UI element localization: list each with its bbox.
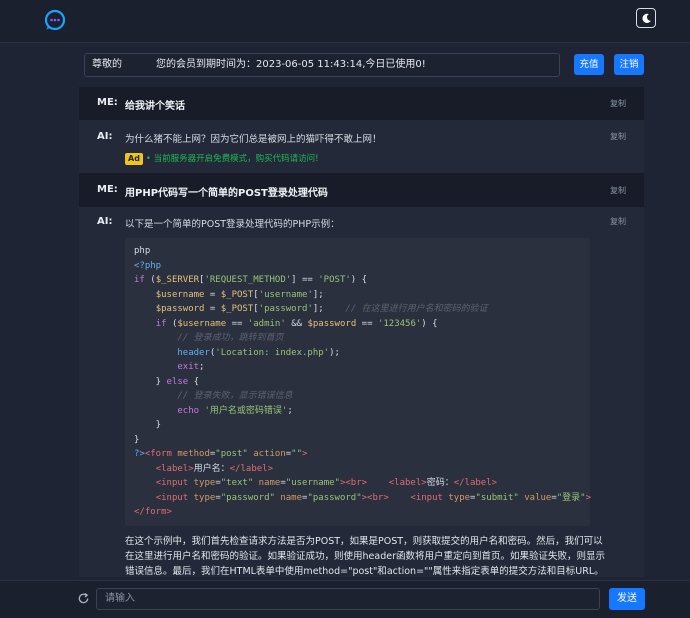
code-line: exit;	[177, 362, 205, 372]
message-ai: AI: 为什么猪不能上网？因为它们总是被网上的猫吓得不敢上网！ Ad • 当前服务…	[79, 120, 644, 173]
role-label-me: ME:	[97, 184, 118, 195]
code-line: }	[134, 420, 162, 430]
code-language: php	[134, 246, 151, 256]
role-label-ai: AI:	[97, 131, 113, 142]
theme-toggle-button[interactable]	[636, 8, 656, 28]
code-line: if ($_SERVER['REQUEST_METHOD'] == 'POST'…	[134, 275, 368, 285]
message-me: ME: 给我讲个笑话 复制	[79, 87, 644, 120]
code-line: } else {	[134, 376, 200, 387]
code-line: <input type="text" name="username"><br> …	[155, 478, 498, 488]
message-text: 给我讲个笑话	[125, 101, 185, 112]
copy-button[interactable]: 复制	[610, 185, 626, 196]
message-intro: 以下是一个简单的POST登录处理代码的PHP示例：	[125, 219, 340, 230]
refresh-icon[interactable]	[77, 592, 90, 605]
code-line: }	[134, 434, 140, 445]
message-me: ME: 用PHP代码写一个简单的POST登录处理代码 复制	[79, 173, 644, 207]
role-label-ai: AI:	[97, 216, 113, 227]
code-line: echo '用户名或密码错误';	[177, 405, 293, 416]
code-line: header('Location: index.php');	[177, 347, 340, 358]
message-text: 为什么猪不能上网？因为它们总是被网上的猫吓得不敢上网！	[125, 134, 382, 145]
input-bar: 请输入 发送	[0, 580, 690, 618]
message-ai: AI: 以下是一个简单的POST登录处理代码的PHP示例： php <?php …	[79, 207, 644, 577]
ad-row: Ad • 当前服务器开启免费模式，购买代码请访问!	[125, 152, 624, 165]
code-line: // 登录失败，显示错误信息	[177, 391, 293, 401]
copy-button[interactable]: 复制	[610, 131, 626, 142]
notice-prefix: 尊敬的	[92, 59, 122, 70]
code-line: <label>用户名：</label>	[155, 463, 273, 474]
code-line: </form>	[134, 507, 172, 517]
code-line: // 登录成功，跳转到首页	[177, 333, 284, 343]
message-text: 用PHP代码写一个简单的POST登录处理代码	[125, 188, 328, 199]
code-line: <?php	[134, 260, 162, 271]
code-line: ?><form method="post" action="">	[134, 449, 308, 459]
chat-area[interactable]: ME: 给我讲个笑话 复制 AI: 为什么猪不能上网？因为它们总是被网上的猫吓得…	[79, 87, 644, 577]
code-line: $password = $_POST['password']; // 在这里进行…	[155, 304, 488, 314]
top-bar	[0, 0, 690, 43]
message-input[interactable]: 请输入	[96, 588, 600, 610]
chat-logo-icon[interactable]	[44, 9, 66, 31]
code-line: <input type="password" name="password"><…	[155, 492, 592, 503]
code-block[interactable]: php <?php if ($_SERVER['REQUEST_METHOD']…	[125, 238, 592, 526]
explanation-line: 在这个示例中，我们首先检查请求方法是否为POST，如果是POST，则获取提交的用…	[125, 535, 603, 547]
send-button[interactable]: 发送	[609, 588, 645, 610]
copy-button[interactable]: 复制	[610, 98, 626, 109]
recharge-button[interactable]: 充值	[574, 54, 604, 75]
copy-button[interactable]: 复制	[610, 216, 626, 227]
membership-notice: 尊敬的 您的会员到期时间为：2023-06-05 11:43:14,今日已使用0!	[84, 53, 560, 77]
explanation-line: 在这里进行用户名和密码的验证。如果验证成功，则使用header函数将用户重定向到…	[125, 550, 605, 562]
message-body: 为什么猪不能上网？因为它们总是被网上的猫吓得不敢上网！ Ad • 当前服务器开启免…	[125, 131, 624, 165]
role-label-me: ME:	[97, 97, 118, 108]
code-line: $username = $_POST['username'];	[155, 289, 324, 300]
notice-text: 您的会员到期时间为：2023-06-05 11:43:14,今日已使用0!	[156, 59, 426, 70]
explanation-line: 错误信息。最后，我们在HTML表单中使用method="post"和action…	[125, 565, 604, 577]
message-body: 以下是一个简单的POST登录处理代码的PHP示例： php <?php if (…	[125, 216, 624, 577]
ad-badge: Ad	[125, 153, 143, 165]
ad-link[interactable]: • 当前服务器开启免费模式，购买代码请访问!	[146, 154, 319, 164]
logout-button[interactable]: 注销	[614, 54, 644, 75]
code-line: if ($username == 'admin' && $password ==…	[155, 318, 438, 329]
moon-icon	[641, 13, 651, 23]
